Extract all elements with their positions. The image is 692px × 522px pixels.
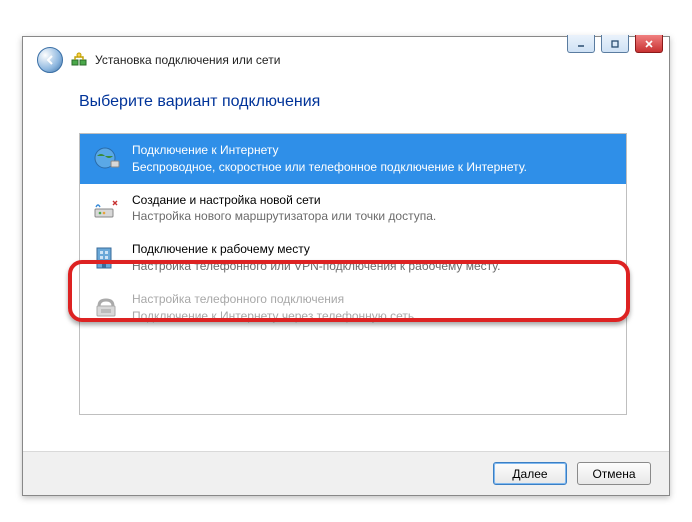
window-controls <box>567 35 663 53</box>
option-desc: Настройка нового маршрутизатора или точк… <box>132 208 616 225</box>
back-button[interactable] <box>37 47 63 73</box>
building-icon <box>90 241 122 273</box>
option-desc: Подключение к Интернету через телефонную… <box>132 308 616 325</box>
maximize-button[interactable] <box>601 35 629 53</box>
cancel-button[interactable]: Отмена <box>577 462 651 485</box>
close-button[interactable] <box>635 35 663 53</box>
router-icon <box>90 192 122 224</box>
option-title: Подключение к рабочему месту <box>132 241 616 258</box>
option-desc: Настройка телефонного или VPN-подключени… <box>132 258 616 275</box>
option-dialup[interactable]: Настройка телефонного подключения Подклю… <box>80 283 626 333</box>
phone-icon <box>90 291 122 323</box>
globe-icon <box>90 142 122 174</box>
option-new-network[interactable]: Создание и настройка новой сети Настройк… <box>80 184 626 234</box>
option-internet[interactable]: Подключение к Интернету Беспроводное, ск… <box>80 134 626 184</box>
wizard-icon <box>71 52 87 68</box>
footer: Далее Отмена <box>23 451 669 495</box>
wizard-window: Установка подключения или сети Выберите … <box>22 36 670 496</box>
option-list: Подключение к Интернету Беспроводное, ск… <box>79 133 627 415</box>
minimize-button[interactable] <box>567 35 595 53</box>
option-workplace[interactable]: Подключение к рабочему месту Настройка т… <box>80 233 626 283</box>
content-area: Выберите вариант подключения Подключение… <box>23 73 669 415</box>
heading: Выберите вариант подключения <box>79 93 627 111</box>
option-title: Создание и настройка новой сети <box>132 192 616 209</box>
next-button[interactable]: Далее <box>493 462 567 485</box>
window-title: Установка подключения или сети <box>95 53 280 67</box>
option-title: Подключение к Интернету <box>132 142 616 159</box>
option-title: Настройка телефонного подключения <box>132 291 616 308</box>
option-desc: Беспроводное, скоростное или телефонное … <box>132 159 616 176</box>
